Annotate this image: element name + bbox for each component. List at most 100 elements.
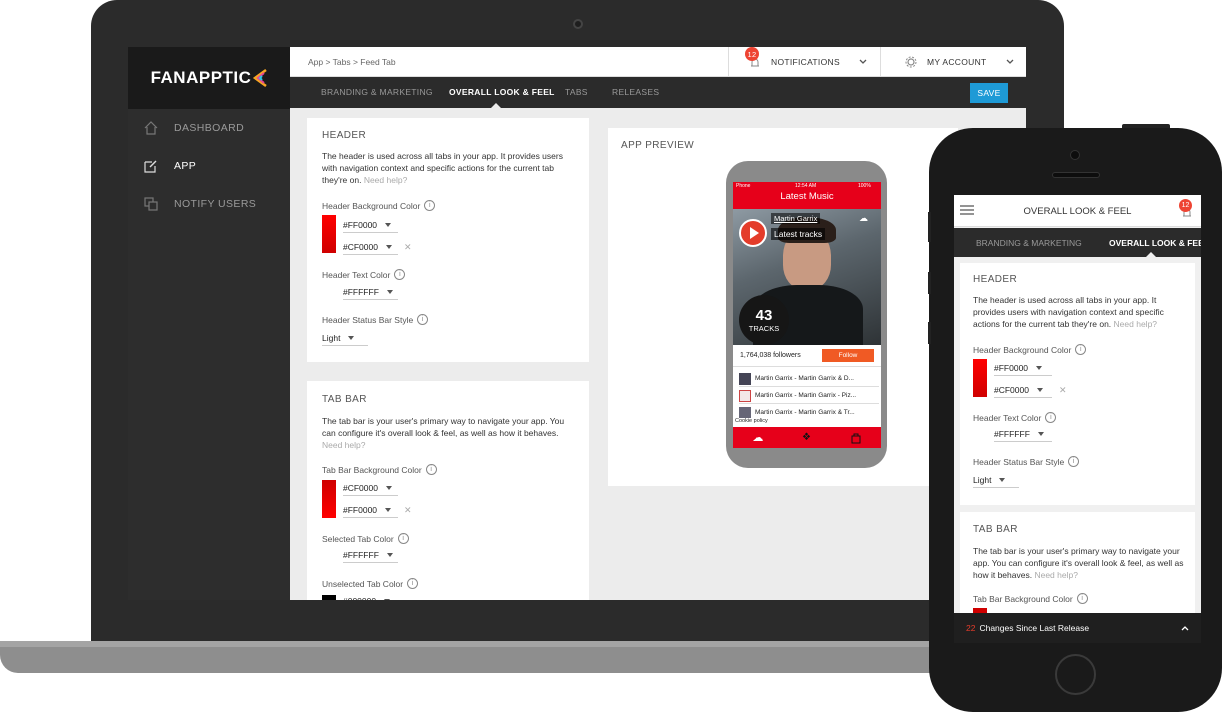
bell-icon[interactable]: 12 bbox=[1179, 199, 1192, 217]
tab-branding-marketing[interactable]: BRANDING & MARKETING bbox=[321, 87, 433, 97]
color-swatch[interactable] bbox=[322, 284, 336, 298]
bell-icon: 12 bbox=[745, 47, 761, 69]
sidebar-item-dashboard[interactable]: DASHBOARD bbox=[128, 109, 290, 147]
info-icon[interactable]: i bbox=[1045, 412, 1057, 423]
color-select[interactable]: #CF0000 bbox=[343, 242, 398, 255]
mobile-tab-look-feel[interactable]: OVERALL LOOK & FEEL bbox=[1109, 238, 1201, 248]
logo-text: FANAPPTIC bbox=[150, 68, 252, 87]
mobile-notifications-badge: 12 bbox=[1179, 199, 1192, 212]
remove-color-icon[interactable]: ✕ bbox=[404, 242, 412, 253]
header-settings-card: HEADER The header is used across all tab… bbox=[307, 118, 589, 362]
save-button[interactable]: SAVE bbox=[970, 83, 1008, 103]
info-icon[interactable]: i bbox=[397, 533, 409, 544]
section-title: TAB BAR bbox=[322, 394, 367, 405]
caret-down-icon bbox=[1036, 366, 1043, 370]
color-swatch[interactable] bbox=[322, 595, 336, 600]
follow-button[interactable]: Follow bbox=[822, 349, 874, 362]
section-description: The header is used across all tabs in yo… bbox=[973, 295, 1164, 329]
status-bar-select[interactable]: Light bbox=[973, 475, 1019, 488]
caret-down-icon bbox=[1037, 432, 1044, 436]
color-select[interactable]: #FFFFFF bbox=[994, 429, 1052, 442]
changes-bar[interactable]: 22 Changes Since Last Release bbox=[954, 613, 1201, 643]
info-icon[interactable]: i bbox=[417, 314, 429, 325]
cloud-tab-icon[interactable]: ☁ bbox=[752, 431, 763, 444]
info-icon[interactable]: i bbox=[1075, 344, 1087, 355]
color-select[interactable]: #CF0000 bbox=[994, 385, 1052, 398]
mobile-header: OVERALL LOOK & FEEL 12 bbox=[954, 195, 1201, 227]
home-icon bbox=[144, 121, 158, 135]
palette-tab-icon[interactable]: ❖ bbox=[802, 432, 811, 443]
track-item[interactable]: Martin Garrix - Martin Garrix - Piz... bbox=[739, 389, 879, 404]
mobile-tab-branding[interactable]: BRANDING & MARKETING bbox=[976, 238, 1082, 248]
tab-overall-look-feel[interactable]: OVERALL LOOK & FEEL bbox=[449, 87, 555, 97]
caret-down-icon bbox=[385, 245, 392, 249]
color-select[interactable]: #FF0000 bbox=[343, 505, 398, 518]
color-swatch[interactable] bbox=[322, 215, 336, 253]
field-label: Header Background Color i bbox=[973, 344, 1087, 355]
color-swatch[interactable] bbox=[973, 359, 987, 397]
logo[interactable]: FANAPPTIC bbox=[128, 47, 290, 109]
info-icon[interactable]: i bbox=[425, 464, 437, 475]
info-icon[interactable]: i bbox=[407, 578, 419, 589]
sidebar-item-label: NOTIFY USERS bbox=[174, 198, 257, 210]
color-select[interactable]: #FFFFFF bbox=[343, 287, 398, 300]
edit-icon bbox=[144, 160, 157, 173]
color-select[interactable]: #FF0000 bbox=[994, 363, 1052, 376]
top-bar: App > Tabs > Feed Tab 12 NOTIFICATIONS M… bbox=[290, 47, 1026, 77]
breadcrumb[interactable]: App > Tabs > Feed Tab bbox=[308, 57, 396, 67]
preview-title: APP PREVIEW bbox=[621, 140, 695, 151]
tab-releases[interactable]: RELEASES bbox=[612, 87, 659, 97]
chevron-down-icon bbox=[1006, 59, 1013, 64]
field-label: Unselected Tab Color i bbox=[322, 578, 419, 589]
color-select[interactable]: #FF0000 bbox=[343, 220, 398, 233]
field-label: Tab Bar Background Color i bbox=[322, 464, 437, 475]
soundcloud-icon: ☁ bbox=[859, 213, 868, 223]
track-thumbnail bbox=[739, 390, 751, 402]
sidebar-item-notify-users[interactable]: NOTIFY USERS bbox=[128, 185, 290, 223]
bag-tab-icon[interactable] bbox=[850, 432, 862, 444]
caret-down-icon bbox=[385, 486, 392, 490]
need-help-link[interactable]: Need help? bbox=[1114, 319, 1157, 329]
artist-name[interactable]: Martin Garrix bbox=[771, 213, 821, 224]
preview-app-title: Latest Music bbox=[780, 191, 834, 202]
info-icon[interactable]: i bbox=[1068, 456, 1080, 467]
track-title: Martin Garrix - Martin Garrix & Tr... bbox=[755, 409, 855, 416]
copy-icon bbox=[144, 197, 158, 211]
remove-color-icon[interactable]: ✕ bbox=[1059, 385, 1067, 396]
caret-down-icon bbox=[386, 290, 393, 294]
track-title: Martin Garrix - Martin Garrix & D... bbox=[755, 375, 854, 382]
account-button[interactable]: MY ACCOUNT bbox=[880, 47, 1026, 77]
field-label: Tab Bar Background Color i bbox=[973, 593, 1088, 604]
color-select[interactable]: #CF0000 bbox=[343, 483, 398, 496]
sidebar-item-app[interactable]: APP bbox=[128, 147, 290, 185]
caret-down-icon bbox=[386, 553, 393, 557]
info-icon[interactable]: i bbox=[1076, 593, 1088, 604]
field-label: Header Text Color i bbox=[322, 269, 406, 280]
notifications-button[interactable]: 12 NOTIFICATIONS bbox=[728, 47, 880, 77]
color-swatch[interactable] bbox=[322, 480, 336, 518]
field-label: Header Background Color i bbox=[322, 200, 436, 211]
cookie-policy-link[interactable]: Cookie policy bbox=[735, 418, 768, 424]
status-bar-select[interactable]: Light bbox=[322, 333, 368, 346]
color-select[interactable]: #000000 bbox=[343, 596, 398, 600]
followers-row: 1,764,038 followers Follow bbox=[733, 345, 881, 367]
gear-icon bbox=[905, 56, 917, 68]
info-icon[interactable]: i bbox=[394, 269, 406, 280]
info-icon[interactable]: i bbox=[424, 200, 436, 211]
remove-color-icon[interactable]: ✕ bbox=[404, 505, 412, 516]
changes-count: 22 bbox=[966, 623, 976, 633]
iphone-speaker bbox=[1052, 172, 1100, 178]
mobile-header-card: HEADER The header is used across all tab… bbox=[960, 263, 1195, 505]
followers-count: 1,764,038 followers bbox=[740, 352, 801, 359]
iphone-home-button[interactable] bbox=[1055, 654, 1096, 695]
need-help-link[interactable]: Need help? bbox=[364, 175, 407, 185]
field-label: Header Status Bar Style i bbox=[973, 456, 1080, 467]
tab-tabs[interactable]: TABS bbox=[565, 87, 588, 97]
track-item[interactable]: Martin Garrix - Martin Garrix & D... bbox=[739, 372, 879, 387]
color-select[interactable]: #FFFFFF bbox=[343, 550, 398, 563]
need-help-link[interactable]: Need help? bbox=[322, 440, 365, 450]
section-description: The header is used across all tabs in yo… bbox=[322, 151, 563, 185]
chevron-up-icon[interactable] bbox=[1180, 623, 1190, 633]
play-button[interactable] bbox=[739, 219, 767, 247]
need-help-link[interactable]: Need help? bbox=[1034, 570, 1077, 580]
